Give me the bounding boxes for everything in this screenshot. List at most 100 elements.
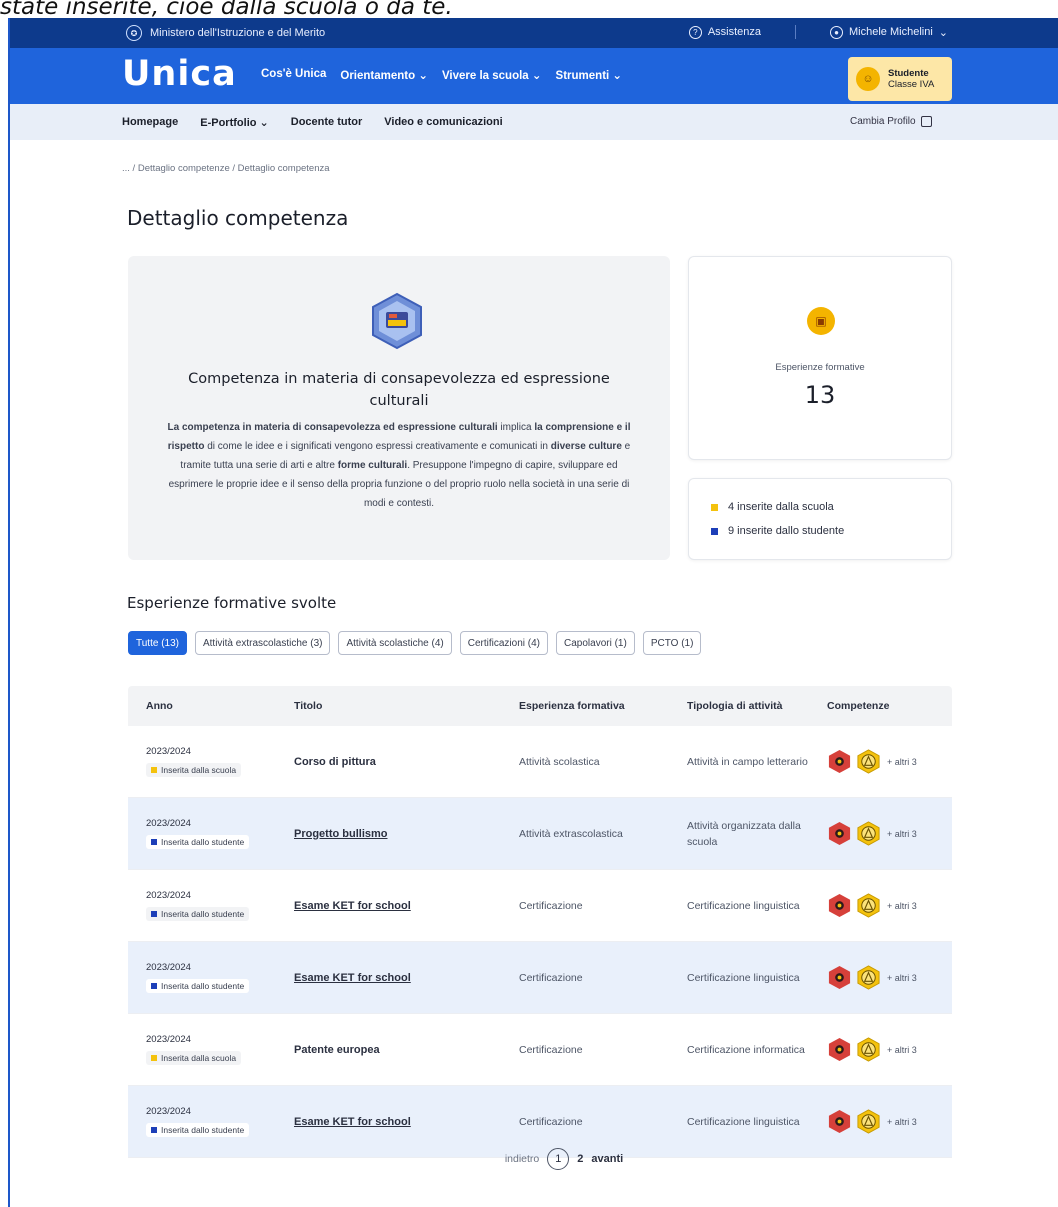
row-year-cell: 2023/2024 Inserita dallo studente bbox=[128, 818, 294, 849]
assistance-link[interactable]: ? Assistenza bbox=[688, 25, 761, 39]
experience-title-link[interactable]: Progetto bullismo bbox=[294, 828, 388, 840]
competence-badge-yellow-icon[interactable] bbox=[856, 893, 881, 918]
competence-description: La competenza in materia di consapevolez… bbox=[164, 418, 634, 513]
source-tag: Inserita dallo studente bbox=[146, 835, 250, 849]
legend-student-label: 9 inserite dallo studente bbox=[728, 525, 845, 537]
culture-badge-icon bbox=[372, 292, 422, 350]
col-experience: Esperienza formativa bbox=[519, 700, 625, 712]
user-icon: ● bbox=[830, 25, 844, 39]
switch-icon bbox=[920, 116, 932, 127]
row-competences: + altri 3 bbox=[827, 749, 952, 774]
experiences-table: Anno Titolo Esperienza formativa Tipolog… bbox=[128, 686, 952, 1158]
experience-title-link[interactable]: Esame KET for school bbox=[294, 972, 411, 984]
pagination: indietro 1 2 avanti bbox=[10, 1148, 1058, 1170]
page-title: Dettaglio competenza bbox=[127, 206, 349, 230]
competence-badge-red-icon[interactable] bbox=[827, 749, 852, 774]
source-label: Inserita dallo studente bbox=[161, 1125, 245, 1135]
experience-title-link[interactable]: Esame KET for school bbox=[294, 1116, 411, 1128]
user-menu[interactable]: ● Michele Michelini ⌄ bbox=[830, 25, 948, 39]
table-row: 2023/2024 Inserita dallo studente Progetto… bbox=[128, 798, 952, 870]
school-square-icon bbox=[711, 503, 718, 511]
source-tag: Inserita dallo studente bbox=[146, 1123, 250, 1137]
competence-badge-yellow-icon[interactable] bbox=[856, 749, 881, 774]
experience-title-link[interactable]: Corso di pittura bbox=[294, 756, 376, 768]
competence-badge-yellow-icon[interactable] bbox=[856, 1109, 881, 1134]
pager-current-page[interactable]: 1 bbox=[547, 1148, 570, 1170]
more-competences[interactable]: + altri 3 bbox=[887, 829, 917, 839]
source-tag: Inserita dalla scuola bbox=[146, 1051, 242, 1065]
nav-item-cose-unica[interactable]: Cos'è Unica bbox=[261, 68, 326, 82]
section-title: Esperienze formative svolte bbox=[127, 594, 337, 612]
filter-school-activities[interactable]: Attività scolastiche (4) bbox=[338, 631, 452, 655]
source-square-icon bbox=[151, 983, 157, 989]
pager-page-2[interactable]: 2 bbox=[577, 1153, 583, 1165]
filter-masterpieces[interactable]: Capolavori (1) bbox=[556, 631, 635, 655]
source-square-icon bbox=[151, 839, 157, 845]
more-competences[interactable]: + altri 3 bbox=[887, 1117, 917, 1127]
competence-badge-red-icon[interactable] bbox=[827, 1037, 852, 1062]
more-competences[interactable]: + altri 3 bbox=[887, 973, 917, 983]
table-row: 2023/2024 Inserita dalla scuola Patente eu… bbox=[128, 1014, 952, 1086]
nav-item-orientamento[interactable]: Orientamento ⌄ bbox=[340, 68, 428, 82]
brand-logo[interactable]: Unica bbox=[122, 54, 237, 94]
description-segment: La competenza in materia di consapevolez… bbox=[167, 422, 498, 433]
filter-chips: Tutte (13) Attività extrascolastiche (3)… bbox=[128, 631, 702, 655]
competence-badge-yellow-icon[interactable] bbox=[856, 965, 881, 990]
stat-value: 13 bbox=[804, 381, 836, 409]
competence-title: Competenza in materia di consapevolezza … bbox=[188, 371, 610, 409]
experience-title-link[interactable]: Patente europea bbox=[294, 1044, 380, 1056]
more-competences[interactable]: + altri 3 bbox=[887, 901, 917, 911]
experience-title-link[interactable]: Esame KET for school bbox=[294, 900, 411, 912]
nav-item-vivere-la-scuola[interactable]: Vivere la scuola ⌄ bbox=[442, 68, 542, 82]
competence-badge-red-icon[interactable] bbox=[827, 821, 852, 846]
description-segment: forme culturali bbox=[337, 460, 408, 471]
change-profile-button[interactable]: Cambia Profilo bbox=[850, 116, 932, 127]
nav-item-strumenti[interactable]: Strumenti ⌄ bbox=[556, 68, 623, 82]
legend-school-label: 4 inserite dalla scuola bbox=[728, 501, 834, 513]
subnav-item-homepage[interactable]: Homepage bbox=[122, 116, 178, 129]
legend-school: 4 inserite dalla scuola bbox=[711, 501, 834, 513]
row-year: 2023/2024 bbox=[146, 962, 191, 973]
filter-certifications[interactable]: Certificazioni (4) bbox=[459, 631, 548, 655]
row-experience: Certificazione bbox=[519, 1043, 583, 1056]
student-square-icon bbox=[711, 527, 718, 535]
description-segment: di come le idee e i significati vengono … bbox=[204, 441, 551, 452]
more-competences[interactable]: + altri 3 bbox=[887, 757, 917, 767]
filter-pcto[interactable]: PCTO (1) bbox=[642, 631, 702, 655]
col-type: Tipologia di attività bbox=[687, 700, 783, 712]
row-year: 2023/2024 bbox=[146, 1034, 191, 1045]
user-name: Michele Michelini bbox=[849, 26, 933, 38]
subnav-item-video[interactable]: Video e comunicazioni bbox=[384, 116, 502, 129]
profile-role: Studente bbox=[888, 68, 929, 79]
subnav-item-eportfolio[interactable]: E-Portfolio ⌄ bbox=[200, 116, 269, 129]
table-body: 2023/2024 Inserita dalla scuola Corso di p… bbox=[128, 726, 952, 1158]
row-title-cell: Esame KET for school bbox=[294, 1116, 519, 1128]
profile-text: Studente Classe IVA bbox=[888, 68, 934, 90]
competence-badge-yellow-icon[interactable] bbox=[856, 1037, 881, 1062]
source-label: Inserita dallo studente bbox=[161, 981, 245, 991]
ministry-link[interactable]: ✪ Ministero dell'Istruzione e del Merito bbox=[126, 25, 325, 41]
divider bbox=[795, 25, 797, 39]
more-competences[interactable]: + altri 3 bbox=[887, 1045, 917, 1055]
competence-badge-red-icon[interactable] bbox=[827, 893, 852, 918]
row-experience: Certificazione bbox=[519, 899, 583, 912]
pager-prev[interactable]: indietro bbox=[505, 1153, 539, 1165]
filter-extracurricular[interactable]: Attività extrascolastiche (3) bbox=[194, 631, 331, 655]
source-legend-card: 4 inserite dalla scuola 9 inserite dallo… bbox=[688, 478, 952, 560]
subnav-item-docente-tutor[interactable]: Docente tutor bbox=[291, 116, 363, 129]
competence-badge-red-icon[interactable] bbox=[827, 1109, 852, 1134]
source-tag: Inserita dallo studente bbox=[146, 979, 250, 993]
row-experience: Attività extrascolastica bbox=[519, 827, 623, 840]
pager-next[interactable]: avanti bbox=[591, 1153, 623, 1165]
row-experience: Certificazione bbox=[519, 1115, 583, 1128]
competence-badge-yellow-icon[interactable] bbox=[856, 821, 881, 846]
breadcrumb[interactable]: ... / Dettaglio competenze / Dettaglio c… bbox=[122, 163, 330, 174]
profile-chip[interactable]: ☺ Studente Classe IVA bbox=[848, 57, 952, 101]
filter-all[interactable]: Tutte (13) bbox=[128, 631, 187, 655]
col-competences: Competenze bbox=[827, 700, 890, 712]
ministry-name: Ministero dell'Istruzione e del Merito bbox=[150, 27, 326, 39]
description-segment: diverse culture bbox=[550, 441, 622, 452]
row-year: 2023/2024 bbox=[146, 818, 191, 829]
competence-badge-red-icon[interactable] bbox=[827, 965, 852, 990]
row-type: Attività in campo letterario bbox=[687, 755, 808, 768]
